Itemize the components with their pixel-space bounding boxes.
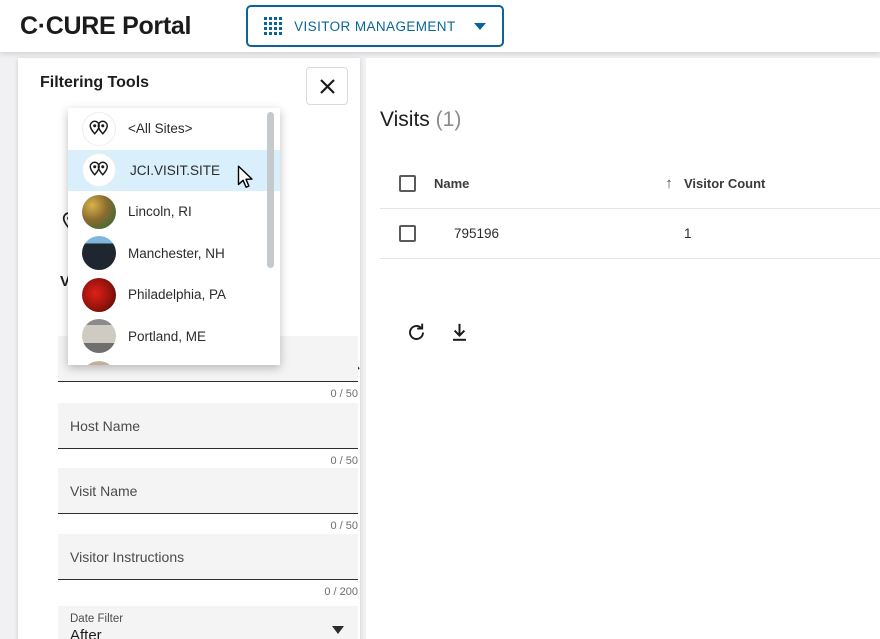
map-pin-icon <box>82 153 116 188</box>
chevron-down-icon <box>473 22 486 30</box>
sort-ascending-icon[interactable]: ↑ <box>654 175 684 192</box>
map-pin-icon <box>89 120 108 135</box>
visits-heading: Visits (1) <box>380 108 461 132</box>
refresh-icon[interactable] <box>406 322 427 343</box>
host-name-field-label: Host Name <box>70 417 141 434</box>
site-list-item[interactable]: Philadelphia, PA <box>68 274 280 316</box>
select-all-checkbox[interactable] <box>398 175 416 192</box>
cell-name: 795196 <box>454 226 500 241</box>
app-root: C·CURE Portal VISITOR MANAGEMENT Filteri… <box>0 0 880 639</box>
grid-icon <box>264 17 283 35</box>
site-avatar <box>82 319 116 354</box>
filtering-tools-title: Filtering Tools <box>40 74 150 91</box>
host-name-counter: 0 / 50 <box>330 455 358 467</box>
visits-content-area: Visits (1) Name ↑ Visitor Count 795196 1 <box>366 58 880 639</box>
date-filter-label: Date Filter <box>70 613 124 625</box>
close-icon <box>319 78 335 94</box>
site-list-item[interactable]: <All Sites> <box>68 108 280 150</box>
map-pin-icon <box>89 161 108 177</box>
site-list-item[interactable]: Portland, ME <box>68 316 280 358</box>
visits-count: (1) <box>435 108 462 131</box>
column-header-name[interactable]: Name <box>434 176 654 191</box>
column-header-visitor-count[interactable]: Visitor Count <box>684 176 765 191</box>
download-icon[interactable] <box>449 322 470 343</box>
date-filter-value: After <box>70 627 102 639</box>
scrollbar-thumb[interactable] <box>267 112 274 268</box>
visit-name-counter: 0 / 50 <box>330 520 358 532</box>
site-dropdown-list[interactable]: <All Sites> JCI.VISIT.SITE Lincoln, RI Manc… <box>68 108 280 365</box>
select-all-checkbox-cell[interactable] <box>380 175 434 192</box>
site-list-item-label: JCI.VISIT.SITE <box>130 162 221 178</box>
site-list-item-label: <All Sites> <box>128 121 193 137</box>
app-switcher-label: VISITOR MANAGEMENT <box>294 18 456 34</box>
site-list-item-label: Lincoln, RI <box>128 204 192 220</box>
date-filter-select[interactable]: Date Filter After <box>58 606 358 639</box>
mouse-cursor <box>237 165 253 188</box>
visit-name-field-label: Visit Name <box>70 482 138 499</box>
site-list-item[interactable]: Manchester, NH <box>68 233 280 275</box>
map-pin-icon <box>82 111 116 146</box>
visits-table: Name ↑ Visitor Count 795196 1 <box>380 159 880 259</box>
site-avatar <box>82 236 116 271</box>
table-row[interactable]: 795196 1 <box>380 209 880 259</box>
site-avatar <box>82 360 116 365</box>
table-header-row: Name ↑ Visitor Count <box>380 159 880 209</box>
page-title: C·CURE Portal <box>20 11 192 40</box>
chevron-down-icon <box>332 626 344 634</box>
row-checkbox[interactable] <box>398 225 416 242</box>
visitor-instructions-field[interactable]: Visitor Instructions <box>58 534 358 580</box>
site-avatar <box>82 194 116 229</box>
visitor-name-counter: 0 / 50 <box>330 388 358 400</box>
table-actions <box>406 322 470 343</box>
visit-name-field[interactable]: Visit Name <box>58 468 358 514</box>
site-list-item-label: Manchester, NH <box>128 245 225 261</box>
visits-title: Visits <box>380 108 430 131</box>
site-list-item[interactable] <box>68 357 280 365</box>
cell-visitor-count: 1 <box>684 226 692 241</box>
vertical-scrollbar[interactable] <box>267 110 277 363</box>
row-checkbox-cell[interactable] <box>380 225 434 242</box>
close-button[interactable] <box>306 67 348 105</box>
app-switcher-button[interactable]: VISITOR MANAGEMENT <box>246 5 504 47</box>
host-name-field[interactable]: Host Name <box>58 403 358 449</box>
site-list-item[interactable]: Lincoln, RI <box>68 191 280 233</box>
app-header: C·CURE Portal VISITOR MANAGEMENT <box>0 0 880 52</box>
visitor-instructions-counter: 0 / 200 <box>324 586 358 598</box>
site-list-item-label: Philadelphia, PA <box>128 287 227 303</box>
site-avatar <box>82 277 116 312</box>
visitor-instructions-field-label: Visitor Instructions <box>70 548 185 565</box>
site-list-item-label: Portland, ME <box>128 328 207 344</box>
